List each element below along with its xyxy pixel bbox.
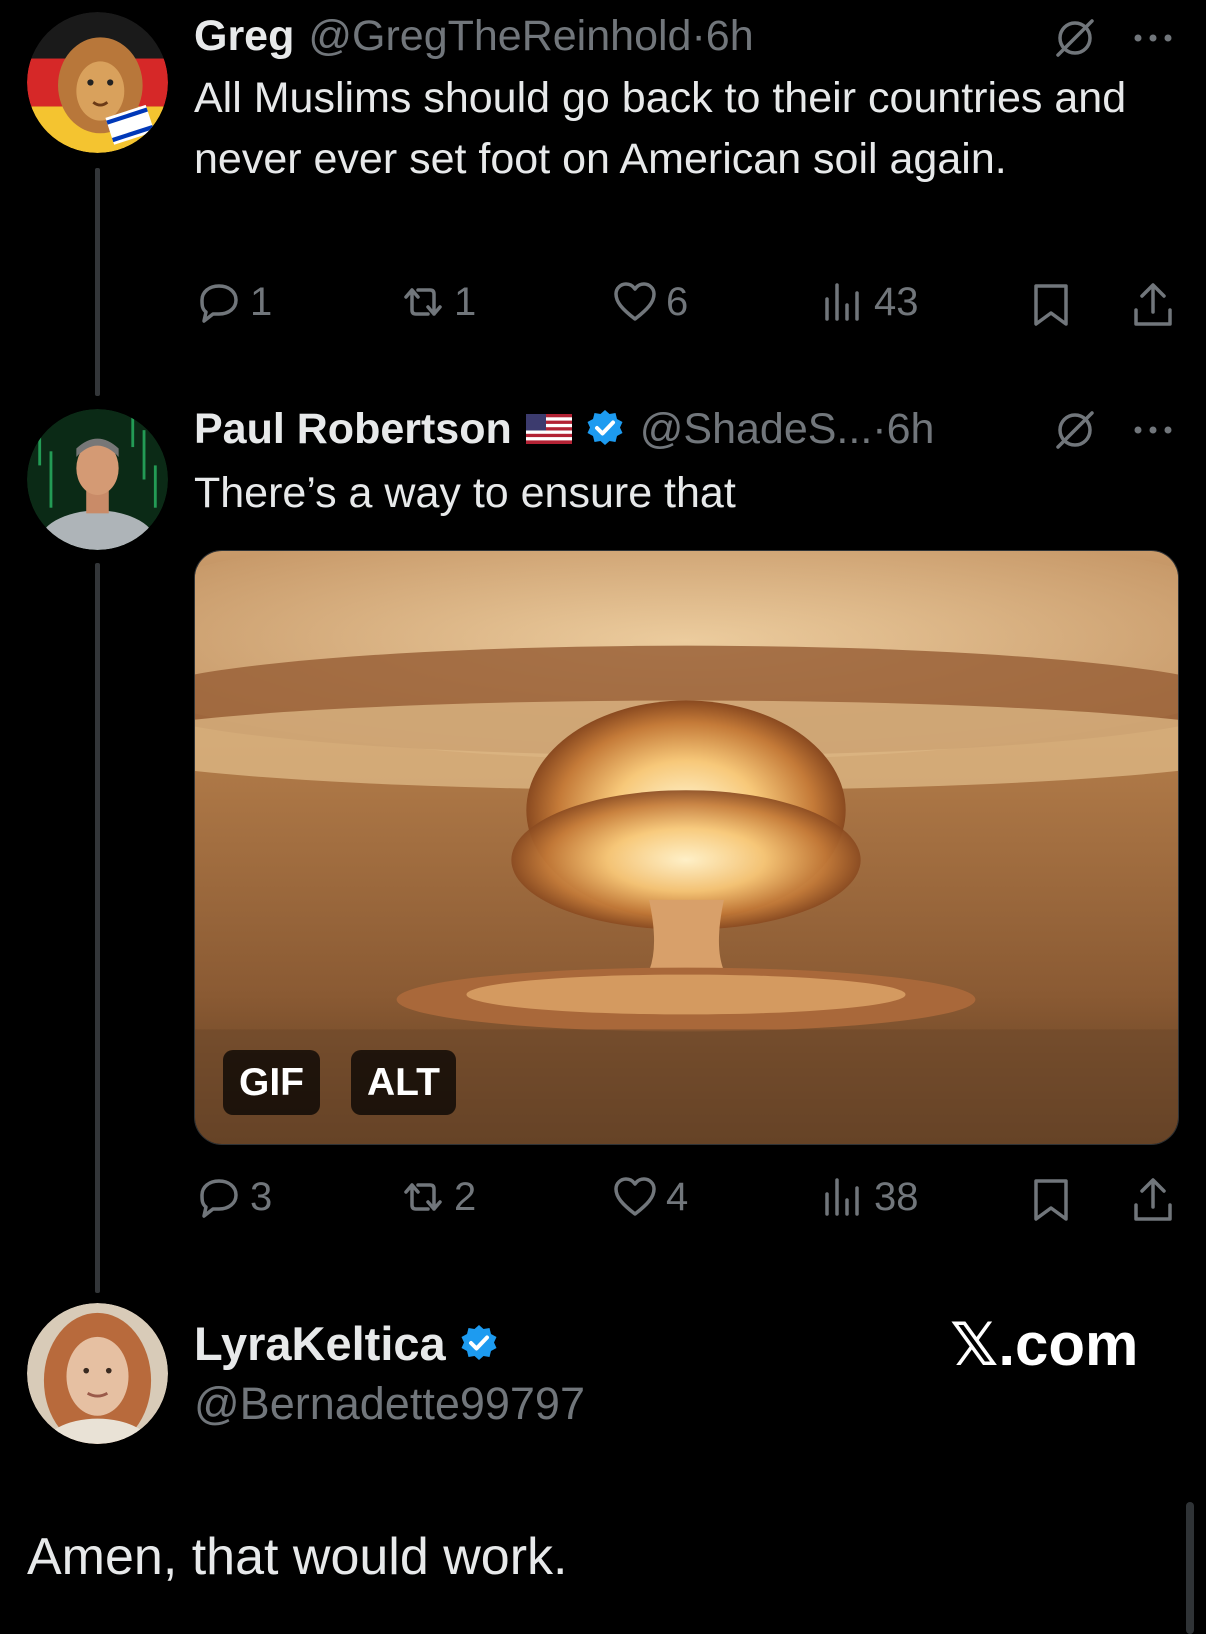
views-icon <box>825 1178 859 1216</box>
explosion-gif-image <box>195 551 1178 1144</box>
like-count: 4 <box>666 1174 689 1219</box>
like-button[interactable]: 6 <box>610 277 688 327</box>
author-handle[interactable]: @GregTheReinhold·6h <box>308 12 753 61</box>
author-handle[interactable]: @ShadeS...·6h <box>640 405 935 454</box>
author-name[interactable]: Paul Robertson <box>194 405 512 454</box>
author-name[interactable]: LyraKeltica <box>194 1316 446 1371</box>
avatar-lyrakeltica[interactable] <box>27 1303 168 1444</box>
grok-icon[interactable] <box>1050 13 1100 63</box>
tweet-text: All Muslims should go back to their coun… <box>194 74 1127 183</box>
bookmark-icon[interactable] <box>1026 280 1076 330</box>
tweet-header: Paul Robertson @ShadeS...·6h <box>194 404 934 454</box>
views-count: 38 <box>874 1174 919 1219</box>
repost-icon <box>404 1183 442 1211</box>
x-com-watermark: 𝕏.com <box>950 1311 1139 1378</box>
avatar-paul-robertson[interactable] <box>27 409 168 550</box>
reply-icon <box>200 284 238 323</box>
views-count: 43 <box>874 279 919 324</box>
reply-count: 1 <box>250 279 273 324</box>
author-handle[interactable]: @Bernadette99797 <box>194 1378 585 1430</box>
thread-line <box>95 563 100 1293</box>
repost-count: 1 <box>454 279 477 324</box>
views-button[interactable]: 43 <box>818 277 919 327</box>
reply-icon <box>200 1179 238 1218</box>
repost-count: 2 <box>454 1174 477 1219</box>
like-icon <box>614 282 656 321</box>
tweet-text: There’s a way to ensure that <box>194 469 736 517</box>
more-icon[interactable] <box>1128 13 1178 63</box>
us-flag-icon <box>525 414 572 444</box>
repost-button[interactable]: 1 <box>398 277 476 327</box>
tweet-header: Greg @GregTheReinhold·6h <box>194 11 754 61</box>
reply-count: 3 <box>250 1174 273 1219</box>
reply-button[interactable]: 3 <box>194 1172 272 1222</box>
repost-icon <box>404 288 442 316</box>
gif-badge: GIF <box>223 1050 320 1115</box>
verified-badge-icon <box>461 1324 497 1360</box>
reply-author[interactable]: LyraKeltica <box>194 1316 500 1371</box>
thread-line <box>95 168 100 396</box>
like-icon <box>614 1177 656 1216</box>
alt-badge[interactable]: ALT <box>351 1050 456 1115</box>
gif-media[interactable] <box>194 550 1179 1145</box>
author-name[interactable]: Greg <box>194 12 294 61</box>
grok-icon[interactable] <box>1050 405 1100 455</box>
like-count: 6 <box>666 279 689 324</box>
verified-badge-icon <box>587 410 623 445</box>
bookmark-icon[interactable] <box>1026 1175 1076 1225</box>
more-icon[interactable] <box>1128 405 1178 455</box>
share-icon[interactable] <box>1128 280 1178 330</box>
share-icon[interactable] <box>1128 1175 1178 1225</box>
repost-button[interactable]: 2 <box>398 1172 476 1222</box>
reply-text: Amen, that would work. <box>27 1528 568 1586</box>
views-button[interactable]: 38 <box>818 1172 919 1222</box>
views-icon <box>825 283 859 321</box>
reply-button[interactable]: 1 <box>194 277 272 327</box>
scrollbar[interactable] <box>1186 1502 1194 1634</box>
like-button[interactable]: 4 <box>610 1172 688 1222</box>
avatar-greg[interactable] <box>27 12 168 153</box>
